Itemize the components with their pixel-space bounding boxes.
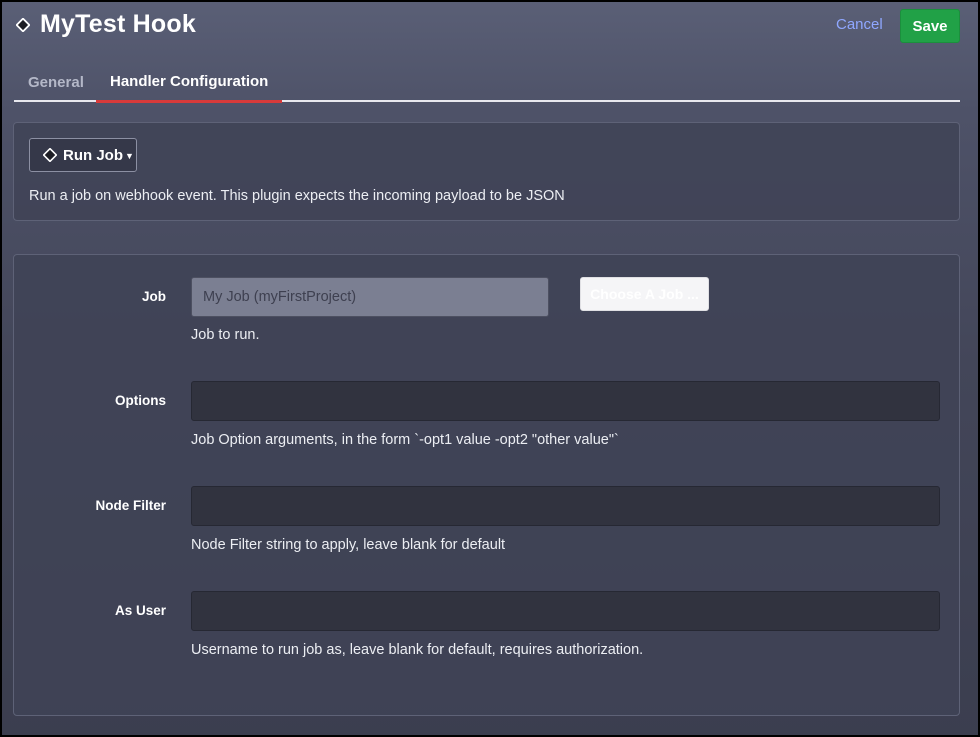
cancel-button[interactable]: Cancel (836, 16, 883, 33)
save-button[interactable]: Save (900, 9, 960, 43)
options-label: Options (115, 393, 166, 408)
as-user-label: As User (114, 603, 166, 618)
diamond-icon (43, 148, 57, 162)
page-title: MyTest Hook (40, 10, 196, 38)
caret-down-icon: ▼ (125, 151, 134, 161)
options-input[interactable] (191, 381, 940, 421)
header: MyTest Hook Cancel Save (2, 2, 978, 52)
webhook-editor: MyTest Hook Cancel Save General Handler … (2, 2, 978, 735)
job-input[interactable]: My Job (myFirstProject) (191, 277, 549, 317)
job-help: Job to run. (191, 327, 260, 343)
node-filter-label: Node Filter (95, 498, 166, 513)
node-filter-input[interactable] (191, 486, 940, 526)
handler-panel: Run Job ▼ Run a job on webhook event. Th… (13, 122, 960, 221)
as-user-input[interactable] (191, 591, 940, 631)
handler-select-label: Run Job (63, 146, 123, 164)
options-help: Job Option arguments, in the form `-opt1… (191, 432, 619, 448)
diamond-icon (16, 18, 30, 32)
node-filter-help: Node Filter string to apply, leave blank… (191, 537, 506, 553)
handler-description: Run a job on webhook event. This plugin … (29, 188, 565, 204)
job-label: Job (141, 289, 166, 304)
tab-handler-configuration[interactable]: Handler Configuration (96, 62, 283, 103)
handler-config-form: Job My Job (myFirstProject) Choose A Job… (13, 254, 960, 716)
tab-general[interactable]: General (28, 62, 84, 102)
as-user-help: Username to run job as, leave blank for … (191, 642, 644, 658)
tab-bar: General Handler Configuration (14, 62, 960, 103)
handler-select-button[interactable]: Run Job ▼ (29, 138, 137, 172)
choose-job-button[interactable]: Choose A Job ... (580, 277, 709, 311)
